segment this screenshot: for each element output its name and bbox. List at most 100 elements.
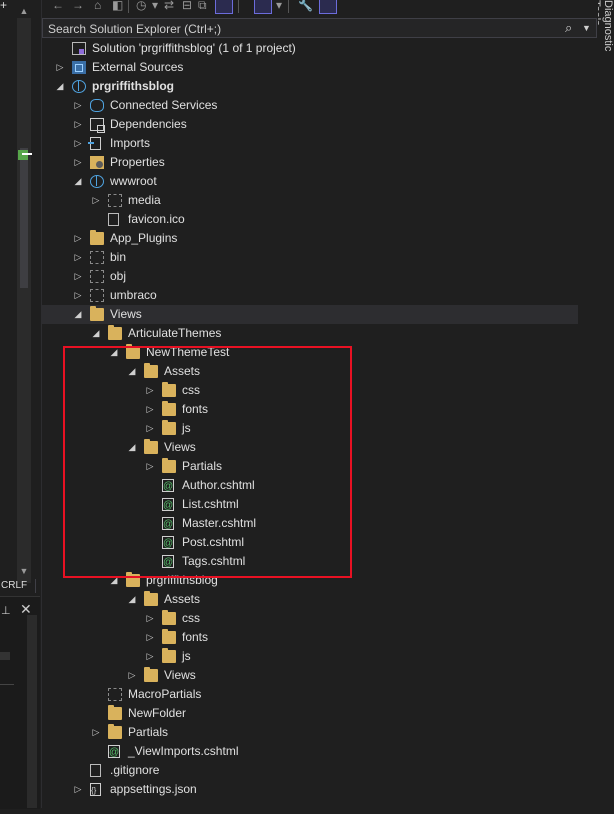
tree-item[interactable]: favicon.ico (42, 210, 578, 229)
vs-switch-views-icon[interactable]: ◧ (112, 0, 123, 14)
chevron-down-icon[interactable]: ▾ (152, 0, 158, 14)
tree-item[interactable]: ◢ ArticulateThemes (42, 324, 578, 343)
collapsed-arrow-icon[interactable]: ▷ (144, 609, 156, 628)
tree-item[interactable]: ▷ Imports (42, 134, 578, 153)
editor-vertical-scrollbar[interactable] (17, 18, 32, 583)
tree-item[interactable]: ◢ wwwroot (42, 172, 578, 191)
collapsed-arrow-icon[interactable]: ▷ (90, 723, 102, 742)
expanded-arrow-icon[interactable]: ◢ (126, 362, 138, 381)
collapsed-arrow-icon[interactable]: ▷ (72, 134, 84, 153)
tree-item[interactable]: ▷ css (42, 609, 578, 628)
wrench-icon[interactable]: 🔧 (298, 0, 313, 14)
collapsed-arrow-icon[interactable]: ▷ (144, 381, 156, 400)
tree-item[interactable]: ▷ fonts (42, 628, 578, 647)
expanded-arrow-icon[interactable]: ◢ (126, 590, 138, 609)
tree-item[interactable]: ▷ Views (42, 666, 578, 685)
scroll-down-icon[interactable]: ▼ (19, 566, 29, 576)
forward-icon[interactable]: → (72, 0, 84, 14)
back-icon[interactable]: ← (52, 0, 64, 14)
diagnostic-tools-tab[interactable]: Diagnostic Tools (598, 0, 614, 60)
collapsed-arrow-icon[interactable]: ▷ (144, 419, 156, 438)
sync-icon[interactable]: ⇄ (164, 0, 174, 14)
tree-item[interactable]: ▷ fonts (42, 400, 578, 419)
tree-item[interactable]: ▷ js (42, 647, 578, 666)
tree-item-label: appsettings.json (110, 782, 197, 796)
tree-item[interactable]: ▷ appsettings.json (42, 780, 578, 800)
tree-item[interactable]: ◢ Views (42, 438, 578, 457)
tree-item[interactable]: ◢ Assets (42, 362, 578, 381)
tree-item[interactable]: Master.cshtml (42, 514, 578, 534)
collapsed-arrow-icon[interactable]: ▷ (72, 267, 84, 286)
tree-item[interactable]: List.cshtml (42, 495, 578, 515)
dependencies-icon (90, 118, 105, 133)
scroll-up-icon[interactable]: ▲ (19, 6, 29, 16)
collapsed-arrow-icon[interactable]: ▷ (72, 96, 84, 115)
collapsed-arrow-icon[interactable]: ▷ (144, 647, 156, 666)
preview-selected-items-button[interactable] (319, 0, 337, 14)
search-input[interactable]: Search Solution Explorer (Ctrl+;) (48, 21, 221, 37)
tree-item[interactable]: .gitignore (42, 761, 578, 780)
show-all-files-icon[interactable]: ⧉ (198, 0, 207, 14)
collapsed-arrow-icon[interactable]: ▷ (72, 153, 84, 172)
search-options-icon[interactable]: ▼ (582, 20, 591, 36)
tree-item[interactable]: ▷ Partials (42, 723, 578, 742)
collapsed-arrow-icon[interactable]: ▷ (90, 191, 102, 210)
tree-item[interactable]: ◢ prgriffithsblog (42, 77, 578, 96)
pin-icon[interactable]: ⊥ (1, 604, 11, 617)
tree-item[interactable]: ▷ Connected Services (42, 96, 578, 115)
tree-item[interactable]: ▷ umbraco (42, 286, 578, 305)
editor-scroll-thumb[interactable] (20, 148, 28, 288)
line-ending-indicator[interactable]: CRLF (0, 579, 36, 593)
tree-item[interactable]: ▷ External Sources (42, 58, 578, 77)
collapsed-arrow-icon[interactable]: ▷ (144, 457, 156, 476)
collapse-all-icon[interactable]: ⊟ (182, 0, 192, 14)
tree-item[interactable]: _ViewImports.cshtml (42, 742, 578, 762)
tree-view-button[interactable] (254, 0, 272, 14)
tree-item[interactable]: ▷ Properties (42, 153, 578, 172)
tree-item[interactable]: Post.cshtml (42, 533, 578, 553)
tree-item[interactable]: Tags.cshtml (42, 552, 578, 572)
tree-item[interactable]: NewFolder (42, 704, 578, 723)
tree-item[interactable]: ▷ bin (42, 248, 578, 267)
tree-item[interactable]: ▷ Partials (42, 457, 578, 476)
add-icon[interactable]: + (0, 0, 14, 12)
expanded-arrow-icon[interactable]: ◢ (90, 324, 102, 343)
tree-item[interactable]: ▷ App_Plugins (42, 229, 578, 248)
collapsed-arrow-icon[interactable]: ▷ (72, 229, 84, 248)
tree-item[interactable]: ◢ Views (42, 305, 578, 324)
tree-item[interactable]: ▷ css (42, 381, 578, 400)
tree-item[interactable]: ◢ NewThemeTest (42, 343, 578, 362)
expanded-arrow-icon[interactable]: ◢ (72, 305, 84, 324)
chevron-down-icon[interactable]: ▾ (276, 0, 282, 14)
tree-item[interactable]: Author.cshtml (42, 476, 578, 496)
pending-changes-filter-icon[interactable]: ◷ (136, 0, 146, 14)
tree-item[interactable]: MacroPartials (42, 685, 578, 704)
expanded-arrow-icon[interactable]: ◢ (126, 438, 138, 457)
collapsed-arrow-icon[interactable]: ▷ (126, 666, 138, 685)
tree-item[interactable]: ▷ obj (42, 267, 578, 286)
expanded-arrow-icon[interactable]: ◢ (72, 172, 84, 191)
collapsed-arrow-icon[interactable]: ▷ (72, 286, 84, 305)
collapsed-arrow-icon[interactable]: ▷ (144, 628, 156, 647)
tree-item[interactable]: ▷ Dependencies (42, 115, 578, 134)
toolbar-separator (238, 0, 239, 13)
collapsed-arrow-icon[interactable]: ▷ (144, 400, 156, 419)
toggle-show-all-files-button[interactable] (215, 0, 233, 14)
search-icon[interactable]: ⌕ (565, 20, 572, 36)
collapsed-arrow-icon[interactable]: ▷ (72, 115, 84, 134)
tree-item[interactable]: ◢ prgriffithsblog (42, 571, 578, 590)
collapsed-arrow-icon[interactable]: ▷ (72, 248, 84, 267)
search-solution-explorer[interactable]: Search Solution Explorer (Ctrl+;) ⌕ ▼ (42, 18, 597, 38)
tree-item-label: fonts (182, 402, 209, 416)
tree-item[interactable]: ▷ media (42, 191, 578, 210)
tree-item[interactable]: ▷ js (42, 419, 578, 438)
expanded-arrow-icon[interactable]: ◢ (54, 77, 66, 96)
tree-item[interactable]: Solution 'prgriffithsblog' (1 of 1 proje… (42, 39, 578, 58)
collapsed-arrow-icon[interactable]: ▷ (54, 58, 66, 77)
collapsed-arrow-icon[interactable]: ▷ (72, 780, 84, 799)
expanded-arrow-icon[interactable]: ◢ (108, 571, 120, 590)
expanded-arrow-icon[interactable]: ◢ (108, 343, 120, 362)
tree-item[interactable]: ◢ Assets (42, 590, 578, 609)
home-icon[interactable]: ⌂ (94, 0, 101, 14)
lower-scrollbar[interactable] (27, 615, 37, 808)
